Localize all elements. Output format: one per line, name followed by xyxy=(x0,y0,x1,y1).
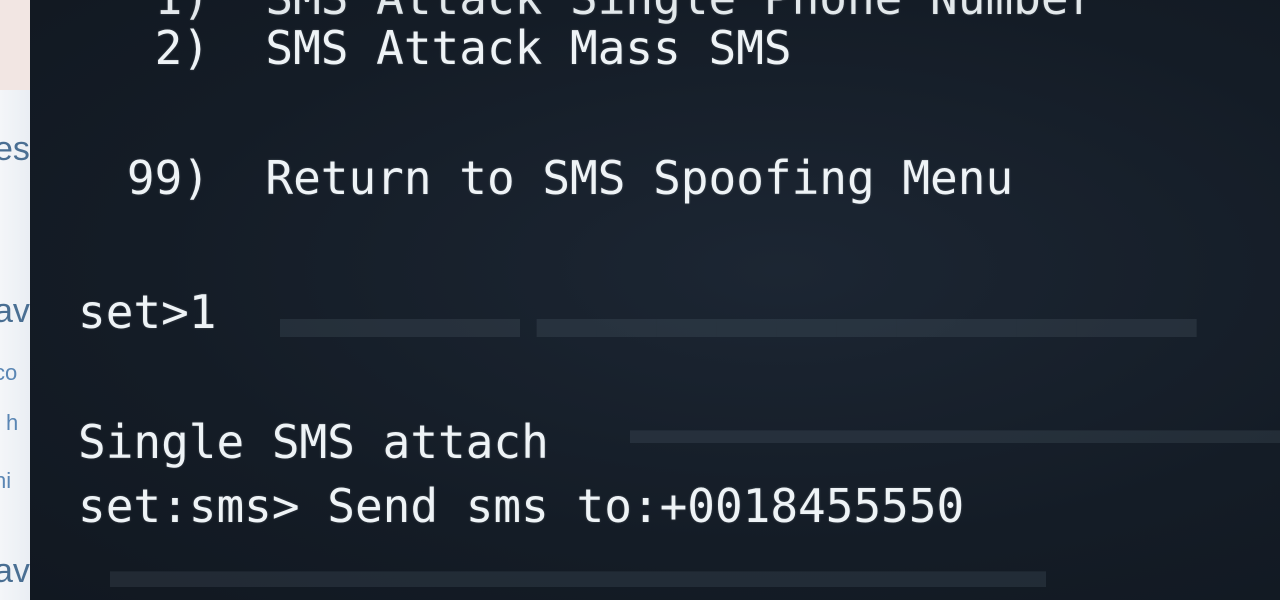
screen-reflection: ▬▬▬▬ ▬▬▬▬▬▬▬▬▬▬▬ xyxy=(280,283,1197,350)
menu-item-label: Return to SMS Spoofing Menu xyxy=(265,151,1014,205)
menu-item-2: 2) SMS Attack Mass SMS xyxy=(130,20,792,76)
menu-item-label: SMS Attack Mass SMS xyxy=(265,21,792,75)
menu-item-99: 99) Return to SMS Spoofing Menu xyxy=(102,150,1013,206)
screen: es av co h hi av ▬▬▬▬ ▬▬▬▬▬▬▬▬▬▬▬ ▬▬▬▬▬▬… xyxy=(0,0,1280,600)
status-line: Single SMS attach xyxy=(78,415,549,469)
screen-reflection: ▬▬▬▬▬▬▬▬▬▬▬▬▬▬▬▬▬▬ xyxy=(630,405,1280,452)
background-text-fragment: co xyxy=(0,360,18,385)
screen-reflection: ▬▬▬▬▬▬▬▬▬▬▬▬▬▬▬▬▬▬ xyxy=(110,541,1046,599)
background-text-fragment: av xyxy=(0,552,30,590)
background-text-fragment: av xyxy=(0,292,30,330)
menu-item-number: 2) xyxy=(154,21,210,75)
background-text-fragment: es xyxy=(0,130,30,168)
menu-item-number: 99) xyxy=(126,151,210,205)
prompt-input-line: set>1 xyxy=(78,285,217,339)
sms-prompt-line[interactable]: set:sms> Send sms to:+0018455550 xyxy=(78,478,964,534)
background-text-fragment: h xyxy=(6,410,19,435)
terminal-window[interactable]: ▬▬▬▬ ▬▬▬▬▬▬▬▬▬▬▬ ▬▬▬▬▬▬▬▬▬▬▬▬▬▬▬ ▬▬▬ ▬▬▬▬… xyxy=(30,0,1280,600)
background-text-fragment: hi xyxy=(0,468,12,493)
